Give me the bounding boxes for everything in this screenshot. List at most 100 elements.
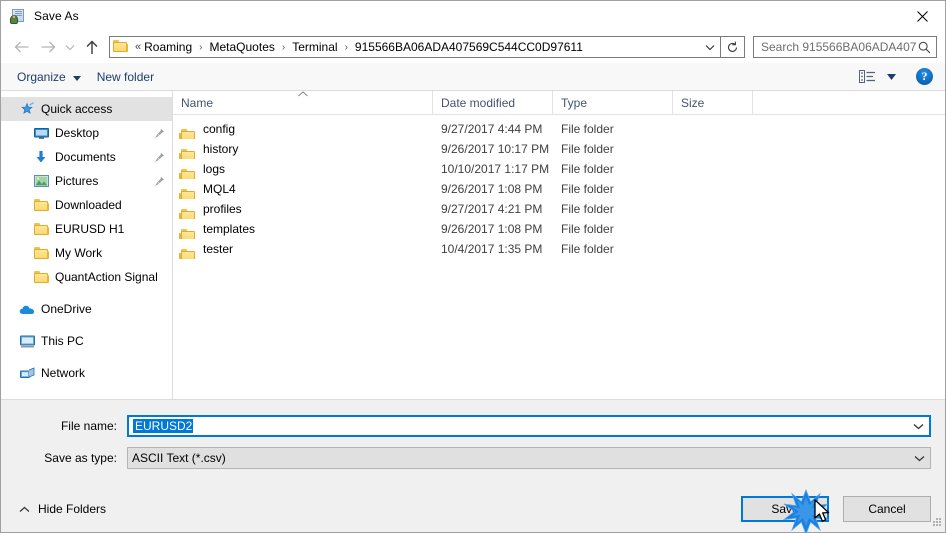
file-name-label: tester xyxy=(203,242,234,256)
breadcrumb-overflow[interactable]: « xyxy=(133,41,142,53)
file-name-input[interactable]: EURUSD2 xyxy=(127,415,931,437)
breadcrumb-item-1[interactable]: MetaQuotes xyxy=(208,40,277,54)
save-form: File name: EURUSD2 Save as type: ASCII T… xyxy=(1,399,945,486)
file-rows: config 9/27/2017 4:44 PM File folder his… xyxy=(173,115,945,399)
file-date-cell: 9/26/2017 1:08 PM xyxy=(441,182,543,196)
file-date-cell: 9/26/2017 10:17 PM xyxy=(441,142,550,156)
sidebar-item-desktop[interactable]: Desktop xyxy=(1,121,172,145)
table-row[interactable]: templates 9/26/2017 1:08 PM File folder xyxy=(173,219,945,239)
sidebar-item-documents[interactable]: Documents xyxy=(1,145,172,169)
hide-folders-label: Hide Folders xyxy=(38,502,107,516)
file-name-label: templates xyxy=(203,222,256,236)
sidebar-item-label: OneDrive xyxy=(41,302,92,316)
file-name-cell: config xyxy=(173,119,433,139)
file-size-cell xyxy=(673,159,753,179)
sidebar-item-this-pc[interactable]: This PC xyxy=(1,329,172,353)
file-type-cell: File folder xyxy=(561,142,614,156)
save-button[interactable]: Save xyxy=(741,496,829,522)
sidebar-item-quick-access[interactable]: Quick access xyxy=(1,97,172,121)
view-caret-down-icon[interactable] xyxy=(880,67,902,87)
organize-button[interactable]: Organize xyxy=(9,66,89,88)
table-row[interactable]: logs 10/10/2017 1:17 PM File folder xyxy=(173,159,945,179)
column-header-label: Size xyxy=(681,95,705,110)
chevron-down-icon[interactable] xyxy=(907,423,929,430)
file-type-cell: File folder xyxy=(561,202,614,216)
sidebar-item-my-work[interactable]: My Work xyxy=(1,241,172,265)
help-button[interactable]: ? xyxy=(916,68,933,85)
close-icon[interactable] xyxy=(899,1,945,31)
sidebar-item-network[interactable]: Network xyxy=(1,361,172,385)
address-bar[interactable]: « Roaming › MetaQuotes › Terminal › 9155… xyxy=(109,36,721,58)
refresh-icon[interactable] xyxy=(721,36,745,58)
search-placeholder: Search 915566BA06ADA40756... xyxy=(761,40,916,54)
file-list-pane: Name Date modified Type Size config 9/27… xyxy=(173,91,945,399)
file-date-cell: 9/27/2017 4:21 PM xyxy=(441,202,543,216)
file-name-value: EURUSD2 xyxy=(133,419,194,433)
sort-ascending-icon xyxy=(297,89,308,99)
up-arrow-icon[interactable] xyxy=(79,34,105,60)
file-type-cell: File folder xyxy=(561,242,614,256)
column-header-name[interactable]: Name xyxy=(173,91,433,114)
column-header-type[interactable]: Type xyxy=(553,91,673,114)
file-size-cell xyxy=(673,179,753,199)
search-icon[interactable] xyxy=(916,41,932,54)
recent-locations-chevron-icon[interactable] xyxy=(61,34,79,60)
breadcrumb-item-0[interactable]: Roaming xyxy=(142,40,194,54)
pin-icon[interactable] xyxy=(152,176,166,187)
resize-grip-icon[interactable] xyxy=(928,516,941,529)
folder-icon xyxy=(33,245,49,261)
hide-folders-button[interactable]: Hide Folders xyxy=(19,502,106,516)
file-type-cell: File folder xyxy=(561,122,614,136)
table-row[interactable]: tester 10/4/2017 1:35 PM File folder xyxy=(173,239,945,259)
table-row[interactable]: MQL4 9/26/2017 1:08 PM File folder xyxy=(173,179,945,199)
breadcrumb-item-3[interactable]: 915566BA06ADA407569C544CC0D97611 xyxy=(353,40,585,54)
sidebar-item-quantaction-signal[interactable]: QuantAction Signal xyxy=(1,265,172,289)
sidebar-item-label: Downloaded xyxy=(55,198,122,212)
table-row[interactable]: history 9/26/2017 10:17 PM File folder xyxy=(173,139,945,159)
cancel-button[interactable]: Cancel xyxy=(843,496,931,522)
save-as-type-select[interactable]: ASCII Text (*.csv) xyxy=(127,447,931,469)
toolbar-right-group: ? xyxy=(856,67,937,87)
file-name-cell: history xyxy=(173,139,433,159)
column-header-date-modified[interactable]: Date modified xyxy=(433,91,553,114)
file-name-cell: MQL4 xyxy=(173,179,433,199)
save-as-type-row: Save as type: ASCII Text (*.csv) xyxy=(15,446,931,470)
onedrive-cloud-icon xyxy=(19,301,35,317)
chevron-up-icon xyxy=(19,502,30,516)
folder-icon xyxy=(33,221,49,237)
table-row[interactable]: profiles 9/27/2017 4:21 PM File folder xyxy=(173,199,945,219)
sidebar-item-eurusd-h1[interactable]: EURUSD H1 xyxy=(1,217,172,241)
file-name-row: File name: EURUSD2 xyxy=(15,414,931,438)
file-date-cell: 10/4/2017 1:35 PM xyxy=(441,242,543,256)
pin-icon[interactable] xyxy=(152,152,166,163)
breadcrumb-item-2[interactable]: Terminal xyxy=(290,40,339,54)
column-headers: Name Date modified Type Size xyxy=(173,91,945,115)
new-folder-button[interactable]: New folder xyxy=(89,66,162,88)
sidebar-item-pictures[interactable]: Pictures xyxy=(1,169,172,193)
caret-down-icon xyxy=(72,70,81,84)
command-toolbar: Organize New folder ? xyxy=(1,63,945,91)
table-row[interactable]: config 9/27/2017 4:44 PM File folder xyxy=(173,119,945,139)
chevron-down-icon[interactable] xyxy=(700,37,720,57)
pin-icon[interactable] xyxy=(152,128,166,139)
forward-arrow-icon[interactable] xyxy=(35,34,61,60)
chevron-down-icon[interactable] xyxy=(908,455,930,462)
file-date-cell: 10/10/2017 1:17 PM xyxy=(441,162,550,176)
save-button-label: Save xyxy=(771,502,799,516)
search-input[interactable]: Search 915566BA06ADA40756... xyxy=(753,36,937,58)
title-bar: Save As xyxy=(1,1,945,31)
view-layout-icon[interactable] xyxy=(856,67,878,87)
file-name-value-wrap: EURUSD2 xyxy=(129,419,907,433)
pictures-icon xyxy=(33,173,49,189)
sidebar-item-downloaded[interactable]: Downloaded xyxy=(1,193,172,217)
file-name-cell: profiles xyxy=(173,199,433,219)
column-header-size[interactable]: Size xyxy=(673,91,753,114)
sidebar-item-onedrive[interactable]: OneDrive xyxy=(1,297,172,321)
this-pc-monitor-icon xyxy=(19,333,35,349)
back-arrow-icon[interactable] xyxy=(9,34,35,60)
breadcrumb-separator: › xyxy=(281,41,286,53)
new-folder-label: New folder xyxy=(96,69,155,84)
